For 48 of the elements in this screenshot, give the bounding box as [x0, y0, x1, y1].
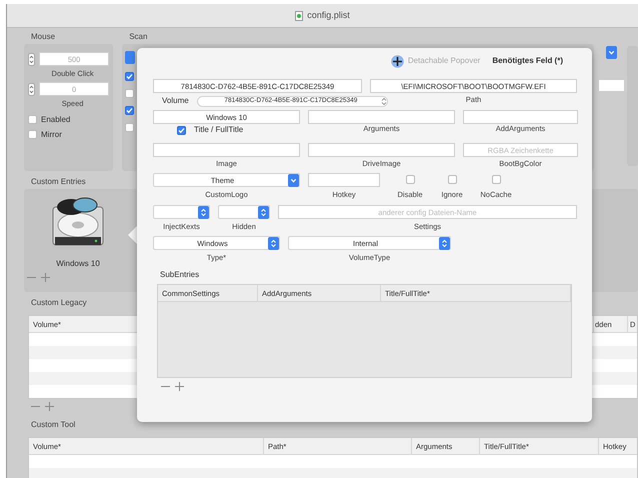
updown-arrows-icon [268, 236, 279, 250]
document-icon [295, 10, 304, 20]
move-icon[interactable] [390, 54, 404, 68]
field-label: Volume [162, 96, 189, 106]
required-note: Benötigtes Feld (*) [492, 56, 563, 66]
section-label: Mouse [31, 32, 56, 43]
checkbox[interactable] [177, 126, 186, 134]
checkbox[interactable] [406, 175, 414, 184]
text-field[interactable] [308, 173, 380, 187]
entry-title[interactable]: Windows 10 [56, 259, 100, 269]
plus-icon[interactable] [45, 402, 54, 410]
popup-button[interactable] [606, 46, 617, 59]
popup-button[interactable] [153, 205, 210, 219]
checkbox[interactable] [125, 106, 134, 115]
popup-button[interactable] [125, 51, 136, 64]
section-label: Scan [129, 32, 148, 43]
section-label: Custom Tool [31, 420, 76, 431]
updown-arrows-icon [381, 96, 387, 106]
plus-icon[interactable] [41, 273, 50, 282]
updown-arrows-icon [439, 236, 450, 250]
checkbox[interactable] [125, 89, 134, 98]
checkbox-label: Enabled [41, 114, 70, 124]
text-field[interactable] [308, 110, 455, 124]
checkbox-label: Title / FullTitle [194, 125, 244, 135]
text-field[interactable] [153, 143, 300, 157]
checkbox[interactable] [28, 130, 37, 139]
stepper-control[interactable] [28, 82, 35, 96]
section-label: Custom Entries [31, 177, 86, 188]
checkbox[interactable] [448, 175, 456, 184]
checkbox[interactable] [125, 72, 134, 81]
detach-label: Detachable Popover [408, 56, 480, 66]
plus-icon[interactable] [175, 382, 184, 390]
updown-arrows-icon [258, 206, 269, 218]
hard-disk-icon[interactable] [51, 197, 105, 247]
window-title: config.plist [307, 10, 350, 21]
stepper-control[interactable] [28, 52, 35, 66]
checkbox[interactable] [492, 175, 500, 184]
checkbox-label: Mirror [41, 130, 62, 140]
checkbox[interactable] [28, 115, 37, 124]
section-label: SubEntries [159, 270, 200, 281]
text-field[interactable] [308, 143, 455, 157]
updown-arrows-icon [198, 206, 209, 218]
chevron-down-icon [288, 174, 299, 186]
section-label: Custom Legacy [31, 298, 87, 309]
popup-button[interactable] [218, 205, 270, 219]
checkbox[interactable] [125, 123, 134, 132]
text-field[interactable] [598, 79, 625, 92]
text-field[interactable] [463, 110, 578, 124]
